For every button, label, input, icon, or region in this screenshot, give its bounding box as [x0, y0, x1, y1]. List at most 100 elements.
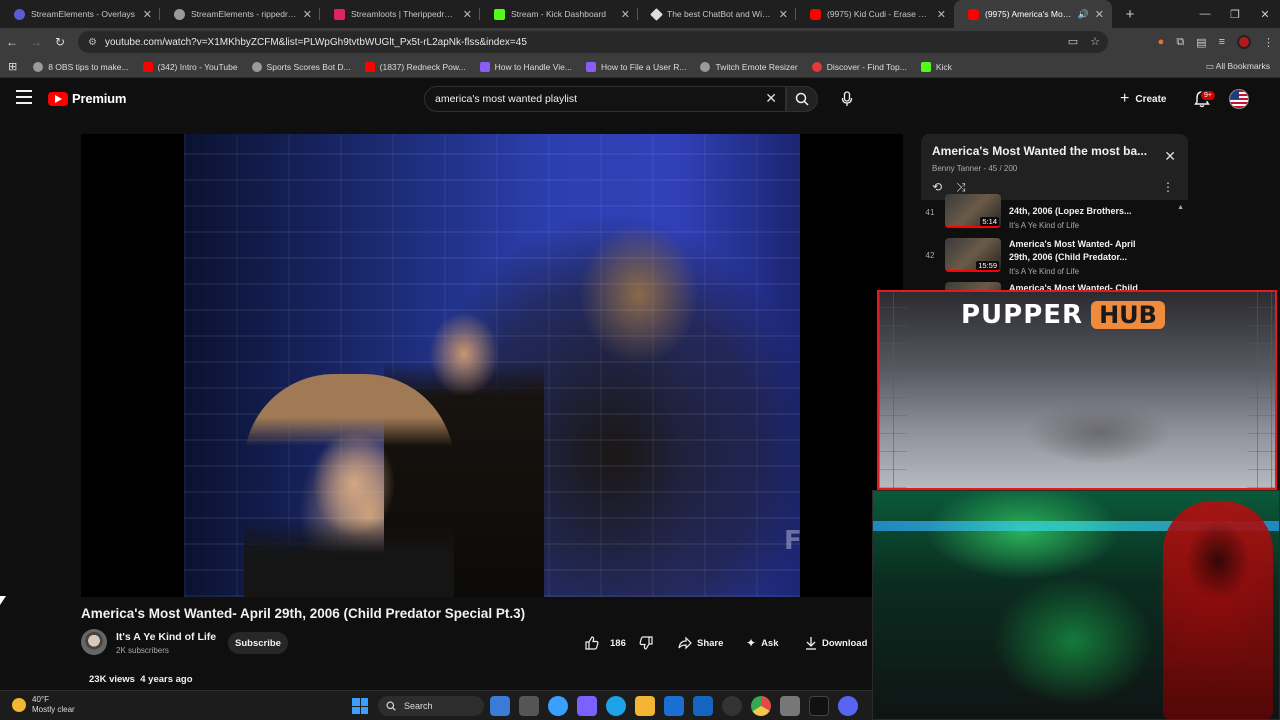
search-input[interactable]: america's most wanted playlist ✕ — [424, 86, 786, 112]
speaker-icon[interactable]: 🔊 — [1078, 9, 1089, 20]
like-button[interactable]: 186 — [585, 632, 626, 654]
puzzle-icon[interactable]: ⧉ — [1176, 36, 1184, 49]
close-tab-icon[interactable]: ✕ — [303, 8, 312, 21]
scroll-up-arrow-icon[interactable]: ▲ — [1177, 204, 1184, 211]
outlook-app-icon[interactable] — [693, 696, 713, 716]
forward-icon[interactable]: → — [24, 35, 48, 49]
playlist-more-icon[interactable]: ⋮ — [1162, 180, 1174, 194]
store-app-icon[interactable] — [664, 696, 684, 716]
account-avatar[interactable] — [1229, 89, 1249, 109]
video-title: America's Most Wanted- April 29th, 2006 … — [81, 606, 526, 621]
back-icon[interactable]: ← — [0, 35, 24, 49]
media-icon[interactable]: ≡ — [1219, 36, 1225, 48]
site-info-icon[interactable]: ⚙ — [88, 37, 97, 48]
bookmark-item[interactable]: Sports Scores Bot D... — [251, 61, 351, 72]
edge-app-icon[interactable] — [606, 696, 626, 716]
bookmark-item[interactable]: 8 OBS tips to make... — [33, 61, 129, 72]
globe-icon — [251, 61, 262, 72]
voice-search-button[interactable] — [836, 88, 858, 110]
youtube-logo[interactable]: Premium — [48, 91, 126, 106]
shuffle-icon[interactable]: ⤨ — [956, 180, 966, 195]
close-tab-icon[interactable]: ✕ — [463, 8, 472, 21]
bookmark-item[interactable]: (1837) Redneck Pow... — [364, 61, 466, 72]
bookmark-star-icon[interactable]: ☆ — [1090, 35, 1100, 48]
dislike-button[interactable] — [639, 632, 653, 654]
plus-icon: + — [1120, 90, 1130, 107]
tab-kick-dashboard[interactable]: Stream - Kick Dashboard ✕ — [480, 0, 638, 28]
url-field[interactable]: ⚙ youtube.com/watch?v=X1MKhbyZCFM&list=P… — [78, 31, 1108, 53]
all-bookmarks-folder[interactable]: ▭ All Bookmarks — [1206, 61, 1270, 72]
hamburger-menu-icon[interactable] — [16, 90, 32, 104]
playlist-item-index: 41 — [925, 208, 935, 217]
create-button[interactable]: + Create — [1120, 88, 1166, 110]
close-tab-icon[interactable]: ✕ — [779, 8, 788, 21]
bookmark-item[interactable]: Kick — [920, 61, 952, 72]
youtube-icon — [968, 8, 979, 20]
close-tab-icon[interactable]: ✕ — [143, 8, 152, 21]
menu-kebab-icon[interactable]: ⋮ — [1263, 36, 1274, 49]
file-app-icon[interactable] — [519, 696, 539, 716]
clear-search-icon[interactable]: ✕ — [765, 90, 777, 107]
copilot-app-icon[interactable] — [548, 696, 568, 716]
reload-icon[interactable]: ↻ — [48, 35, 72, 49]
sparkle-icon: ✦ — [746, 636, 757, 650]
bookmark-item[interactable]: Discover - Find Top... — [811, 61, 907, 72]
close-tab-icon[interactable]: ✕ — [937, 8, 946, 21]
teams-app-icon[interactable] — [577, 696, 597, 716]
profile-avatar[interactable] — [1237, 35, 1251, 49]
windows-start-icon[interactable] — [352, 698, 368, 714]
bookmark-item[interactable]: (342) Intro - YouTube — [142, 61, 238, 72]
kick-icon — [494, 8, 505, 20]
thumbs-up-icon — [585, 636, 599, 650]
bookmark-label: Sports Scores Bot D... — [266, 61, 351, 72]
weather-widget[interactable]: 40°F Mostly clear — [12, 695, 75, 715]
bookmark-item[interactable]: How to Handle Vie... — [479, 61, 572, 72]
kick-icon — [920, 61, 931, 72]
youtube-header: Premium america's most wanted playlist ✕… — [0, 80, 1280, 120]
maximize-icon[interactable]: ❐ — [1220, 8, 1250, 21]
sidepanel-icon[interactable]: ▤ — [1196, 36, 1206, 49]
video-player[interactable]: FOX — [81, 134, 903, 597]
video-metadata: 23K views 4 years ago — [89, 674, 193, 685]
widgets-app-icon[interactable] — [490, 696, 510, 716]
logo-text: Premium — [72, 91, 127, 106]
ask-button[interactable]: ✦ Ask — [746, 632, 779, 654]
tab-streamelements-rippedredneck[interactable]: StreamElements - rippedredne ✕ — [160, 0, 320, 28]
file-explorer-icon[interactable] — [635, 696, 655, 716]
bookmark-item[interactable]: Twitch Emote Resizer — [700, 61, 798, 72]
discord-app-icon[interactable] — [838, 696, 858, 716]
logo-word-hub: HUB — [1091, 301, 1165, 329]
close-tab-icon[interactable]: ✕ — [621, 8, 630, 21]
extension-icon[interactable]: ● — [1158, 36, 1165, 48]
folder-icon: ▭ — [1205, 61, 1216, 71]
share-button[interactable]: Share — [678, 632, 723, 654]
tab-chatbot-widgets[interactable]: The best ChatBot and Widgets ✕ — [638, 0, 796, 28]
close-tab-icon[interactable]: ✕ — [1095, 8, 1104, 21]
chrome-app-icon[interactable] — [751, 696, 771, 716]
close-window-icon[interactable]: ✕ — [1250, 8, 1280, 21]
close-playlist-icon[interactable]: ✕ — [1164, 148, 1176, 165]
download-button[interactable]: Download — [805, 632, 867, 654]
taskbar-search[interactable]: Search — [378, 696, 484, 716]
tab-streamelements-overlays[interactable]: StreamElements - Overlays ✕ — [0, 0, 160, 28]
capcut-app-icon[interactable] — [809, 696, 829, 716]
app-icon[interactable] — [780, 696, 800, 716]
playlist-title[interactable]: America's Most Wanted the most ba... — [932, 144, 1152, 158]
bookmark-item[interactable]: How to File a User R... — [585, 61, 686, 72]
playlist-item[interactable]: 42 15:59 America's Most Wanted- April 29… — [921, 238, 1183, 284]
browser-tab-bar: StreamElements - Overlays ✕ StreamElemen… — [0, 0, 1280, 28]
search-button[interactable] — [786, 86, 818, 112]
channel-avatar[interactable] — [81, 629, 107, 655]
obs-app-icon[interactable] — [722, 696, 742, 716]
channel-name[interactable]: It's A Ye Kind of Life — [116, 631, 216, 643]
tab-kid-cudi[interactable]: (9975) Kid Cudi - Erase Me ft. K ✕ — [796, 0, 954, 28]
loop-icon[interactable]: ⟲ — [932, 180, 942, 195]
new-tab-button[interactable]: + — [1118, 6, 1142, 23]
apps-icon[interactable]: ⊞ — [8, 60, 17, 73]
tab-streamloots[interactable]: Streamloots | Therippedredne ✕ — [320, 0, 480, 28]
minimize-icon[interactable]: — — [1190, 8, 1220, 20]
cast-icon[interactable]: ▭ — [1068, 35, 1078, 48]
subscribe-button[interactable]: Subscribe — [228, 632, 288, 654]
playlist-item-title: 24th, 2006 (Lopez Brothers... — [1009, 206, 1132, 216]
tab-americas-most-wanted[interactable]: (9975) America's Most Wan 🔊 ✕ — [954, 0, 1112, 28]
